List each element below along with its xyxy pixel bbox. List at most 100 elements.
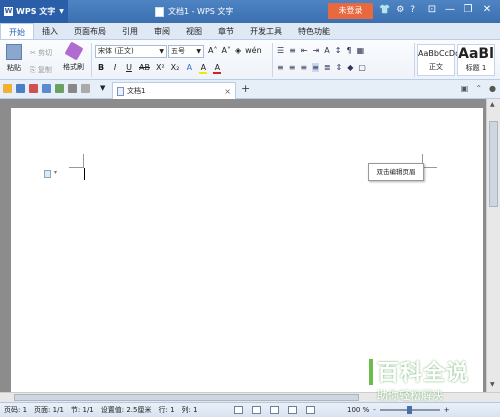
- document-page[interactable]: ▾ 双击编辑页眉: [11, 108, 483, 392]
- chevron-down-icon[interactable]: ▾: [54, 169, 57, 176]
- help-icon[interactable]: ?: [410, 5, 415, 15]
- style-name: 标题 1: [465, 64, 487, 72]
- sort-icon[interactable]: ↕: [335, 46, 342, 55]
- indent-icon[interactable]: ⇥: [313, 46, 320, 55]
- restore-ribbon-icon[interactable]: ⊡: [425, 4, 439, 15]
- tab-section[interactable]: 章节: [210, 23, 242, 39]
- line-spacing-icon[interactable]: ⇕: [336, 63, 343, 72]
- style-heading-1[interactable]: AaBl 标题 1: [457, 44, 495, 76]
- distribute-icon[interactable]: ≣: [324, 63, 331, 72]
- strikethrough-button[interactable]: AB: [139, 63, 150, 74]
- outline-view-icon[interactable]: [270, 406, 279, 414]
- underline-button[interactable]: U: [125, 63, 133, 74]
- shading-icon[interactable]: ◆: [347, 63, 353, 72]
- fit-page-icon[interactable]: [234, 406, 243, 414]
- tab-references[interactable]: 引用: [114, 23, 146, 39]
- help-icon[interactable]: ●: [489, 84, 496, 93]
- style-sample: AaBl: [458, 46, 494, 62]
- login-button[interactable]: 未登录: [328, 3, 373, 19]
- preview-icon[interactable]: [55, 84, 64, 93]
- grow-font-icon[interactable]: A˄: [208, 46, 217, 55]
- status-page[interactable]: 页码: 1: [4, 403, 27, 417]
- chinese-layout-icon[interactable]: A: [324, 46, 329, 55]
- open-icon[interactable]: [3, 84, 12, 93]
- clear-format-icon[interactable]: ◈: [235, 46, 241, 55]
- scroll-thumb[interactable]: [14, 394, 359, 401]
- tab-features[interactable]: 特色功能: [290, 23, 338, 39]
- justify-icon[interactable]: ≡: [312, 63, 319, 72]
- bold-button[interactable]: B: [97, 63, 105, 74]
- shirt-icon[interactable]: 👕: [379, 5, 390, 15]
- numbered-list-icon[interactable]: ≡: [289, 46, 296, 55]
- close-icon[interactable]: ✕: [480, 4, 494, 15]
- border-icon[interactable]: ▢: [358, 63, 366, 72]
- save-icon[interactable]: [16, 84, 25, 93]
- font-color-button[interactable]: A: [213, 63, 222, 74]
- divider: [91, 43, 92, 77]
- watermark-title: 百科全说: [377, 361, 470, 386]
- format-painter-label: 格式刷: [63, 63, 84, 71]
- subscript-button[interactable]: X₂: [171, 63, 180, 74]
- maximize-icon[interactable]: ❐: [461, 4, 475, 15]
- minimize-ribbon-icon[interactable]: ⌃: [475, 84, 482, 93]
- show-marks-icon[interactable]: ¶: [346, 46, 351, 55]
- status-setting: 设置值: 2.5厘米: [100, 406, 152, 414]
- close-tab-icon[interactable]: ×: [224, 87, 231, 96]
- crop-mark: [422, 167, 437, 168]
- tab-page-layout[interactable]: 页面布局: [66, 23, 114, 39]
- document-area: ▾ 双击编辑页眉: [0, 99, 486, 392]
- align-center-icon[interactable]: ≡: [289, 63, 296, 72]
- align-left-icon[interactable]: ≡: [277, 63, 284, 72]
- quick-access-bar: ▼ 文档1 × + ▣ ⌃ ●: [0, 80, 500, 99]
- undo-icon[interactable]: [68, 84, 77, 93]
- tab-developer[interactable]: 开发工具: [242, 23, 290, 39]
- paste-button[interactable]: 粘贴: [3, 44, 25, 73]
- grid-icon[interactable]: ▦: [357, 46, 365, 55]
- highlight-button[interactable]: A: [199, 63, 208, 74]
- divider: [272, 43, 273, 77]
- cut-button[interactable]: ✂ 剪切: [30, 45, 52, 62]
- outdent-icon[interactable]: ⇤: [301, 46, 308, 55]
- paragraph-layout-icon[interactable]: [44, 170, 51, 178]
- style-normal[interactable]: AaBbCcDd 正文: [417, 44, 460, 76]
- italic-button[interactable]: I: [111, 63, 119, 74]
- bullet-list-icon[interactable]: ☰: [277, 46, 284, 55]
- tab-review[interactable]: 审阅: [146, 23, 178, 39]
- tab-insert[interactable]: 插入: [34, 23, 66, 39]
- ribbon-tabs: 开始 插入 页面布局 引用 审阅 视图 章节 开发工具 特色功能: [0, 23, 500, 40]
- page-view-icon[interactable]: [252, 406, 261, 414]
- export-pdf-icon[interactable]: [29, 84, 38, 93]
- vertical-scrollbar[interactable]: ▲ ▼: [486, 99, 500, 392]
- text-effect-button[interactable]: A: [185, 63, 193, 74]
- format-painter-button[interactable]: 格式刷: [63, 41, 84, 72]
- new-tab-button[interactable]: +: [241, 82, 250, 95]
- align-right-icon[interactable]: ≡: [300, 63, 307, 72]
- print-icon[interactable]: [42, 84, 51, 93]
- shrink-font-icon[interactable]: A˅: [221, 46, 230, 55]
- tab-home[interactable]: 开始: [0, 23, 34, 39]
- copy-button[interactable]: ⎘ 复制: [30, 62, 52, 79]
- document-tab[interactable]: 文档1 ×: [112, 82, 236, 99]
- minimize-icon[interactable]: —: [443, 4, 457, 15]
- wps-logo-icon: W: [4, 7, 13, 16]
- redo-icon[interactable]: [81, 84, 90, 93]
- reading-view-icon[interactable]: [288, 406, 297, 414]
- app-menu-button[interactable]: W WPS 文字 ▼: [0, 0, 68, 23]
- zoom-slider[interactable]: [379, 406, 440, 414]
- settings-icon[interactable]: ⚙: [396, 5, 404, 15]
- font-size-select[interactable]: 五号 ▼: [168, 45, 204, 58]
- font-name-select[interactable]: 宋体 (正文) ▼: [95, 45, 167, 58]
- chevron-down-icon: ▼: [59, 8, 64, 15]
- scroll-thumb[interactable]: [489, 121, 498, 207]
- phonetic-icon[interactable]: wén: [245, 46, 262, 55]
- web-view-icon[interactable]: [306, 406, 315, 414]
- header-edit-tooltip: 双击编辑页眉: [368, 163, 424, 181]
- brush-icon: [63, 41, 84, 61]
- zoom-value[interactable]: 100 %: [347, 403, 369, 417]
- scroll-up-icon[interactable]: ▲: [490, 101, 495, 108]
- status-pages: 页面: 1/1: [34, 406, 64, 414]
- superscript-button[interactable]: X²: [156, 63, 165, 74]
- tab-view[interactable]: 视图: [178, 23, 210, 39]
- layout-icon[interactable]: ▣: [461, 84, 469, 93]
- chevron-down-icon[interactable]: ▼: [100, 84, 105, 93]
